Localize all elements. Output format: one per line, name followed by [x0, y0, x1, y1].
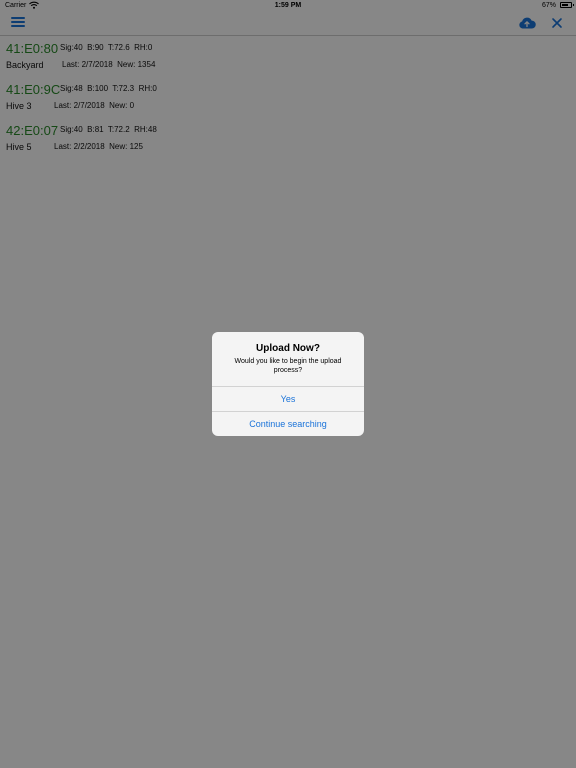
yes-button[interactable]: Yes [212, 386, 364, 410]
upload-alert-dialog: Upload Now? Would you like to begin the … [212, 332, 364, 436]
continue-searching-button[interactable]: Continue searching [212, 411, 364, 435]
alert-message: Would you like to begin the upload proce… [234, 358, 342, 374]
alert-title: Upload Now? [256, 343, 320, 354]
